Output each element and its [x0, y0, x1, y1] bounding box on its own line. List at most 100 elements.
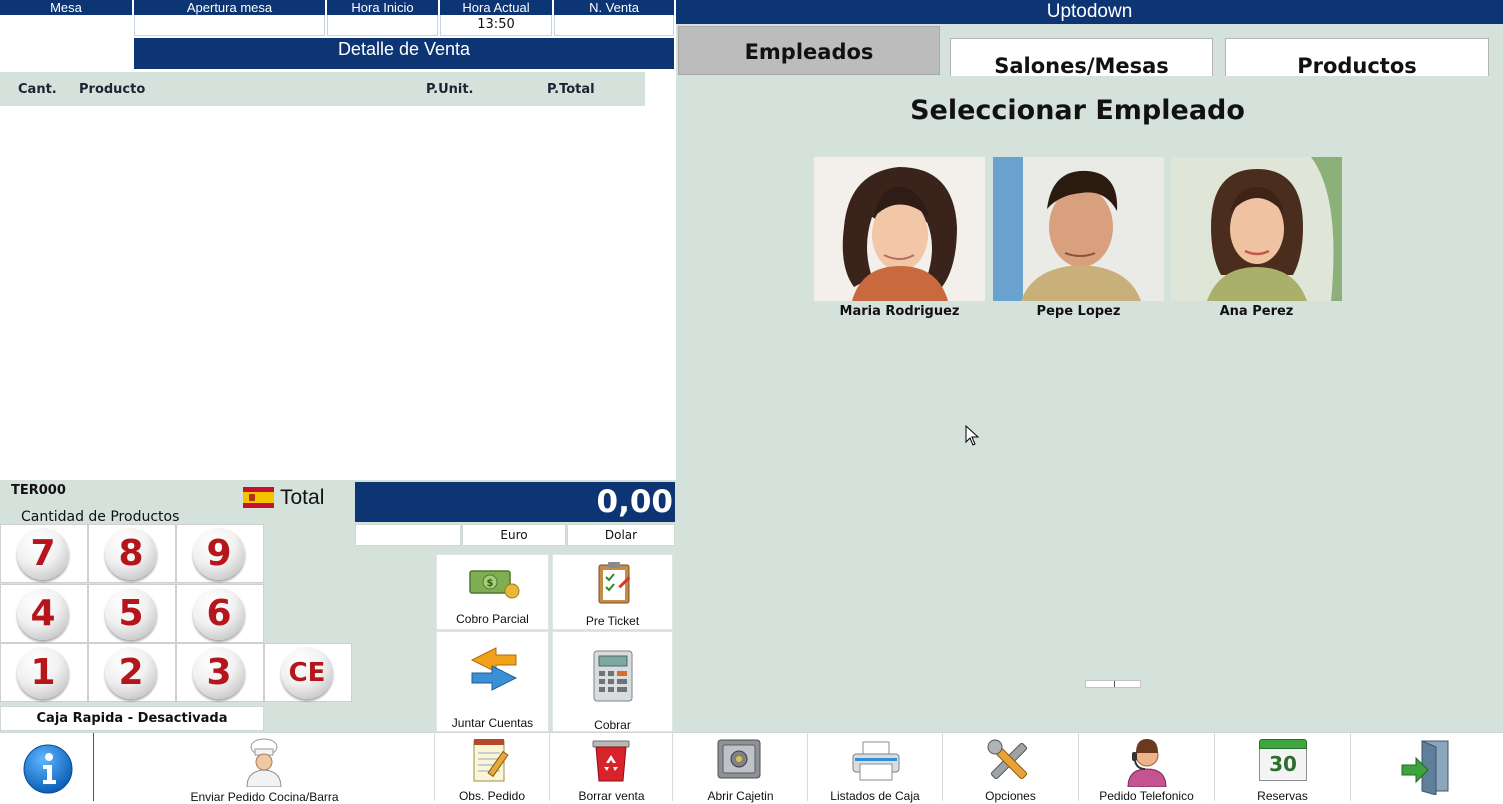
sale-table-body[interactable] [0, 106, 676, 480]
select-employee-heading: Seleccionar Empleado [910, 95, 1245, 126]
cobrar-button[interactable]: Cobrar [552, 631, 673, 732]
exit-door-icon [1401, 740, 1449, 795]
tab-productos[interactable]: Productos [1225, 38, 1489, 78]
currency-blank [355, 524, 461, 546]
employee-photo-maria [814, 157, 985, 301]
spain-flag-icon [243, 487, 274, 508]
keypad-ce[interactable]: CE [264, 643, 352, 702]
merge-arrows-icon [470, 647, 518, 691]
keypad-7[interactable]: 7 [0, 524, 88, 583]
tab-empleados[interactable]: Empleados [678, 26, 940, 75]
info-icon [23, 744, 73, 794]
exit-button[interactable] [1352, 733, 1503, 801]
total-label: Total [280, 486, 325, 509]
sale-table-header: Cant. Producto P.Unit. P.Total [0, 72, 645, 106]
keypad-3[interactable]: 3 [176, 643, 264, 702]
n-venta-label: N. Venta [554, 0, 674, 15]
terminal-id: TER000 [11, 483, 66, 498]
hora-actual-cell: Hora Actual 13:50 [440, 0, 552, 37]
borrar-venta-button[interactable]: Borrar venta [551, 733, 673, 803]
pre-ticket-label: Pre Ticket [585, 614, 640, 628]
keypad-digit: 5 [105, 588, 157, 640]
reservas-label: Reservas [1257, 789, 1308, 803]
opciones-label: Opciones [985, 789, 1036, 803]
col-ptotal: P.Total [547, 82, 595, 97]
hora-actual-label: Hora Actual [440, 0, 552, 15]
keypad-digit: 6 [193, 588, 245, 640]
hora-inicio-label: Hora Inicio [327, 0, 438, 15]
apertura-label: Apertura mesa [134, 0, 325, 15]
juntar-cuentas-label: Juntar Cuentas [451, 716, 534, 730]
col-producto: Producto [79, 82, 146, 97]
cantidad-productos-label: Cantidad de Productos [21, 509, 180, 525]
calendar-icon: 30 [1259, 739, 1307, 783]
mouse-cursor-icon [965, 425, 980, 446]
cobrar-label: Cobrar [594, 718, 631, 732]
svg-text:$: $ [487, 578, 494, 589]
employee-name: Ana Perez [1219, 304, 1294, 319]
right-panel [676, 24, 1503, 732]
obs-pedido-button[interactable]: Obs. Pedido [435, 733, 550, 803]
reservas-button[interactable]: 30 Reservas [1215, 733, 1351, 803]
opciones-button[interactable]: Opciones [943, 733, 1079, 803]
currency-dolar-tab[interactable]: Dolar [567, 524, 675, 546]
obs-pedido-label: Obs. Pedido [458, 789, 526, 803]
employee-photo-ana [1171, 157, 1342, 301]
apertura-value [134, 15, 325, 36]
pre-ticket-button[interactable]: Pre Ticket [552, 554, 673, 630]
caja-rapida-status[interactable]: Caja Rapida - Desactivada [0, 706, 264, 731]
safe-icon [717, 739, 761, 779]
employee-card[interactable]: Maria Rodriguez [814, 157, 985, 319]
hora-actual-value: 13:50 [440, 15, 552, 36]
keypad-digit: 1 [17, 647, 69, 699]
cash-icon: $ [469, 570, 520, 599]
borrar-venta-label: Borrar venta [578, 789, 645, 803]
calendar-day: 30 [1259, 749, 1307, 781]
keypad-5[interactable]: 5 [88, 584, 176, 643]
employee-card[interactable]: Ana Perez [1171, 157, 1342, 319]
keypad-4[interactable]: 4 [0, 584, 88, 643]
clipboard-icon [598, 562, 631, 604]
keypad-digit: 7 [17, 528, 69, 580]
total-value: 0,00 [355, 482, 675, 522]
enviar-pedido-label: Enviar Pedido Cocina/Barra [190, 790, 339, 804]
pedido-telefonico-label: Pedido Telefonico [1099, 789, 1194, 803]
col-cant: Cant. [18, 82, 57, 97]
cobro-parcial-button[interactable]: $ Cobro Parcial [436, 554, 549, 630]
hora-inicio-cell: Hora Inicio [327, 0, 438, 37]
listados-caja-label: Listados de Caja [830, 789, 920, 803]
keypad-digit: 4 [17, 588, 69, 640]
enviar-pedido-button[interactable]: Enviar Pedido Cocina/Barra [95, 733, 435, 804]
keypad-6[interactable]: 6 [176, 584, 264, 643]
keypad-digit: 9 [193, 528, 245, 580]
keypad-1[interactable]: 1 [0, 643, 88, 702]
pedido-telefonico-button[interactable]: Pedido Telefonico [1079, 733, 1215, 803]
n-venta-value [554, 15, 674, 36]
abrir-cajetin-label: Abrir Cajetin [707, 789, 774, 803]
keypad-digit: 3 [193, 647, 245, 699]
window-title: Uptodown [676, 0, 1503, 24]
printer-icon [852, 741, 900, 781]
keypad-8[interactable]: 8 [88, 524, 176, 583]
keypad-9[interactable]: 9 [176, 524, 264, 583]
scroll-indicator[interactable] [1085, 680, 1141, 688]
chef-icon [246, 738, 282, 787]
trash-recycle-icon [592, 740, 630, 782]
n-venta-cell: N. Venta [554, 0, 674, 37]
info-button[interactable] [0, 733, 94, 801]
juntar-cuentas-button[interactable]: Juntar Cuentas [436, 631, 549, 732]
employee-card[interactable]: Pepe Lopez [993, 157, 1164, 319]
notepad-icon [473, 739, 509, 782]
hora-inicio-value [327, 15, 438, 36]
listados-caja-button[interactable]: Listados de Caja [808, 733, 943, 803]
detalle-venta-title: Detalle de Venta [134, 38, 674, 69]
tab-salones-mesas[interactable]: Salones/Mesas [950, 38, 1213, 78]
employee-photo-pepe [993, 157, 1164, 301]
mesa-value [0, 15, 132, 52]
mesa-cell: Mesa [0, 0, 132, 52]
apertura-cell: Apertura mesa [134, 0, 325, 37]
abrir-cajetin-button[interactable]: Abrir Cajetin [674, 733, 808, 803]
mesa-label: Mesa [0, 0, 132, 15]
currency-euro-tab[interactable]: Euro [462, 524, 566, 546]
keypad-2[interactable]: 2 [88, 643, 176, 702]
